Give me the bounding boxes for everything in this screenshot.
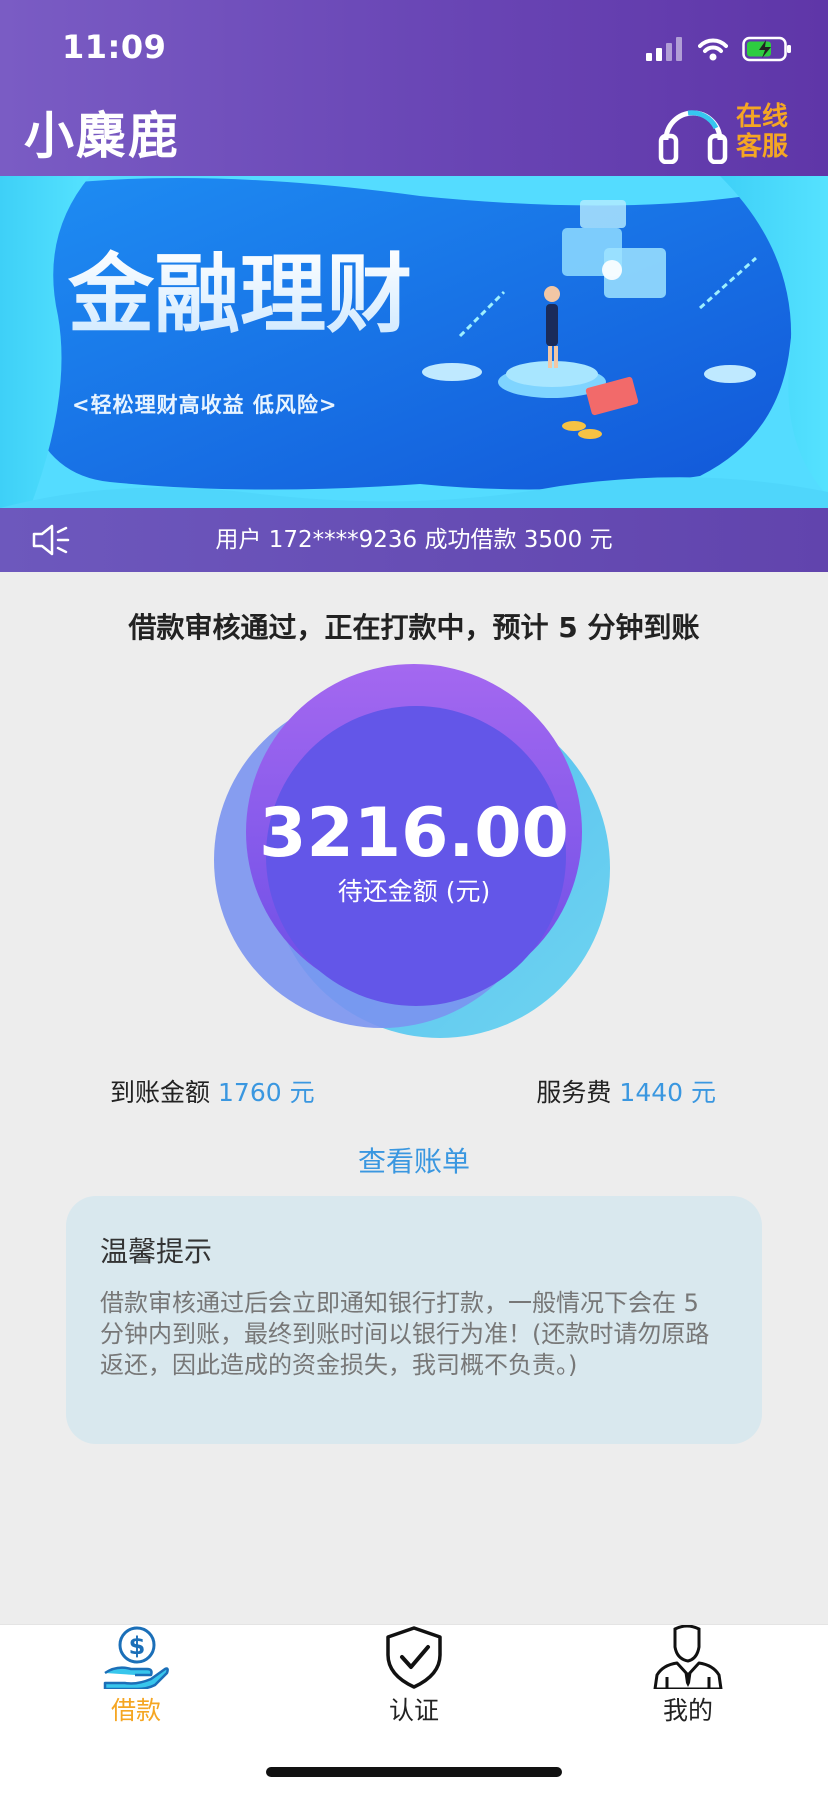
svg-text:$: $: [129, 1632, 146, 1660]
loan-hand-dollar-icon: $: [103, 1626, 169, 1689]
tab-mine-label: 我的: [662, 1696, 713, 1725]
shield-check-icon: [386, 1626, 442, 1689]
tab-loan-label: 借款: [110, 1696, 161, 1725]
banner-artwork: 金融理财 <轻松理财高收益 低风险>: [0, 176, 828, 508]
tips-body: 借款审核通过后会立即通知银行打款，一般情况下会在 5 分钟内到账，最终到账时间以…: [100, 1289, 710, 1379]
status-time: 11:09: [62, 28, 167, 66]
person-suit-icon: [653, 1625, 723, 1689]
wifi-icon: [698, 38, 728, 61]
banner-headline: 金融理财: [67, 245, 412, 345]
service-fee-value: 1440 元: [619, 1078, 716, 1107]
tab-mine[interactable]: 我的: [588, 1625, 788, 1735]
tab-loan[interactable]: $ 借款: [36, 1625, 236, 1735]
tab-certification[interactable]: 认证: [314, 1625, 514, 1735]
amount-value: 3216.00: [259, 794, 569, 873]
bottom-tab-bar: $ 借款 认证 我的: [0, 1624, 828, 1793]
service-fee-label: 服务费: [536, 1078, 612, 1107]
notice-bar: 用户 172****9236 成功借款 3500 元: [0, 508, 828, 572]
tips-title: 温馨提示: [100, 1235, 213, 1268]
received-amount-value: 1760 元: [218, 1078, 315, 1107]
headset-icon: [658, 110, 728, 164]
status-icons: [646, 34, 792, 64]
banner-subline: <轻松理财高收益 低风险>: [72, 393, 338, 417]
amount-label: 待还金额 (元): [337, 877, 491, 906]
tips-card: 温馨提示 借款审核通过后会立即通知银行打款，一般情况下会在 5 分钟内到账，最终…: [66, 1196, 762, 1444]
online-support-label: 在线客服: [736, 102, 789, 162]
tab-certification-label: 认证: [388, 1696, 439, 1725]
promo-banner[interactable]: 金融理财 <轻松理财高收益 低风险>: [0, 176, 828, 508]
service-fee: 服务费 1440 元: [536, 1073, 716, 1109]
signal-icon: [646, 37, 682, 61]
online-support-button[interactable]: 在线客服: [658, 100, 792, 164]
app-title: 小麋鹿: [24, 107, 180, 165]
header: 11:09 小麋鹿 在线客服: [0, 0, 828, 176]
received-amount: 到账金额 1760 元: [110, 1073, 315, 1109]
received-amount-label: 到账金额: [110, 1078, 211, 1107]
home-indicator: [266, 1767, 562, 1777]
view-bill-link[interactable]: 查看账单: [0, 1140, 828, 1180]
battery-icon: [742, 36, 791, 62]
notice-text: 用户 172****9236 成功借款 3500 元: [215, 527, 613, 553]
loan-status-text: 借款审核通过，正在打款中，预计 5 分钟到账: [128, 611, 700, 644]
